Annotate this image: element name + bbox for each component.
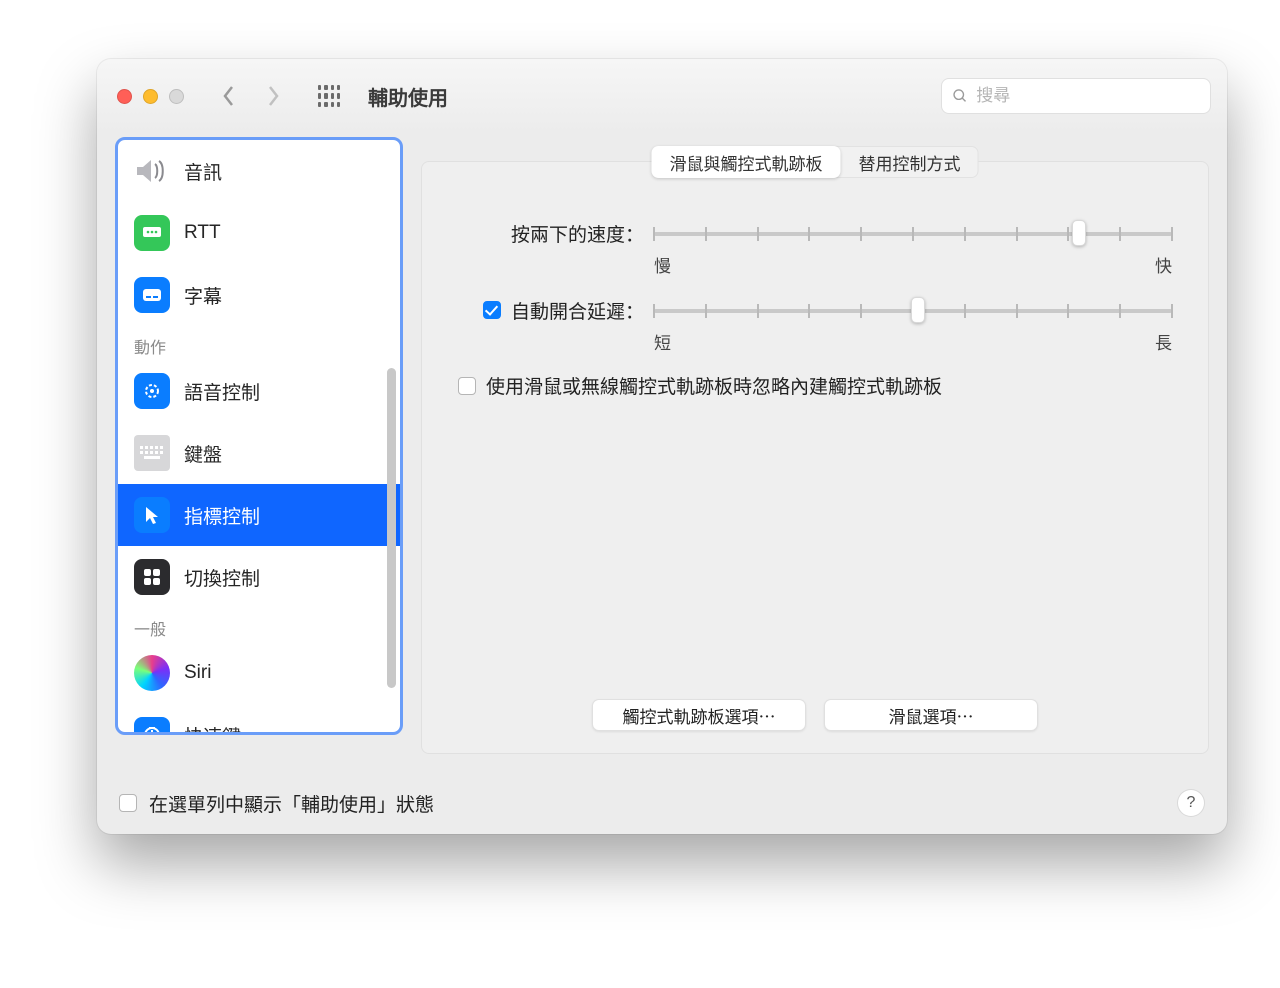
back-button[interactable] [212,79,246,113]
pointer-icon [134,497,170,533]
sidebar: 音訊 RTT 字幕 動作 [115,137,403,735]
sidebar-item-switch-control[interactable]: 切換控制 [118,546,400,608]
sidebar-item-rtt[interactable]: RTT [118,202,400,264]
slider-min-label: 慢 [654,252,671,277]
sidebar-item-label: 字幕 [184,282,222,309]
sidebar-item-pointer-control[interactable]: 指標控制 [118,484,400,546]
keyboard-icon [134,435,170,471]
search-field[interactable] [941,78,1211,114]
zoom-window-button[interactable] [169,89,184,104]
body: 音訊 RTT 字幕 動作 [97,133,1227,772]
sidebar-scrollbar[interactable] [387,368,396,688]
ignore-trackpad-checkbox[interactable] [458,377,476,395]
help-button[interactable]: ? [1177,789,1205,817]
sidebar-item-keyboard[interactable]: 鍵盤 [118,422,400,484]
sidebar-item-siri[interactable]: Siri [118,642,400,704]
spring-loading-row: 自動開合延遲： 短 長 [458,295,1172,354]
siri-icon [134,655,170,691]
speaker-icon [134,153,170,189]
sidebar-item-label: 語音控制 [184,378,260,405]
sidebar-item-label: 音訊 [184,158,222,185]
ignore-trackpad-label: 使用滑鼠或無線觸控式軌跡板時忽略內建觸控式軌跡板 [486,372,942,399]
ignore-trackpad-row: 使用滑鼠或無線觸控式軌跡板時忽略內建觸控式軌跡板 [458,372,1172,399]
sidebar-item-label: 鍵盤 [184,440,222,467]
shortcut-icon [134,717,170,732]
slider-min-label: 短 [654,329,671,354]
double-click-speed-row: 按兩下的速度： 慢 快 [458,218,1172,277]
search-icon [952,87,968,105]
spring-loading-slider[interactable] [654,295,1172,325]
window-controls [117,89,184,104]
sidebar-section-motor: 動作 [118,326,400,360]
forward-button[interactable] [256,79,290,113]
close-window-button[interactable] [117,89,132,104]
mouse-options-button[interactable]: 滑鼠選項⋯ [824,699,1038,731]
show-status-label: 在選單列中顯示「輔助使用」狀態 [149,790,434,817]
slider-max-label: 長 [1155,329,1172,354]
double-click-speed-label: 按兩下的速度： [511,220,644,247]
slider-max-label: 快 [1155,252,1172,277]
show-status-checkbox[interactable] [119,794,137,812]
search-input[interactable] [976,86,1200,106]
sidebar-item-label: 快速鍵 [184,722,241,733]
double-click-speed-slider[interactable] [654,218,1172,248]
spring-loading-checkbox[interactable] [483,301,501,319]
sidebar-item-voice-control[interactable]: 語音控制 [118,360,400,422]
spring-loading-label: 自動開合延遲： [511,297,644,324]
sidebar-item-shortcut[interactable]: 快速鍵 [118,704,400,732]
captions-icon [134,277,170,313]
preferences-window: 輔助使用 音訊 RTT [97,59,1227,834]
toolbar: 輔助使用 [97,59,1227,133]
voice-control-icon [134,373,170,409]
minimize-window-button[interactable] [143,89,158,104]
sidebar-section-general: 一般 [118,608,400,642]
tab-bar: 滑鼠與觸控式軌跡板 替用控制方式 [652,146,979,178]
sidebar-item-audio[interactable]: 音訊 [118,140,400,202]
settings-panel: 滑鼠與觸控式軌跡板 替用控制方式 按兩下的速度： 慢 快 [421,161,1209,754]
sidebar-item-label: 指標控制 [184,502,260,529]
trackpad-options-button[interactable]: 觸控式軌跡板選項⋯ [592,699,806,731]
window-title: 輔助使用 [368,82,448,111]
sidebar-item-captions[interactable]: 字幕 [118,264,400,326]
sidebar-item-label: 切換控制 [184,564,260,591]
sidebar-item-label: Siri [184,662,211,684]
bottom-buttons: 觸控式軌跡板選項⋯ 滑鼠選項⋯ [422,699,1208,731]
tab-alternate-control[interactable]: 替用控制方式 [841,146,979,178]
switch-control-icon [134,559,170,595]
show-all-button[interactable] [312,79,346,113]
tab-mouse-trackpad[interactable]: 滑鼠與觸控式軌跡板 [652,146,841,178]
sidebar-item-label: RTT [184,222,221,244]
rtt-icon [134,215,170,251]
footer: 在選單列中顯示「輔助使用」狀態 ? [97,772,1227,834]
